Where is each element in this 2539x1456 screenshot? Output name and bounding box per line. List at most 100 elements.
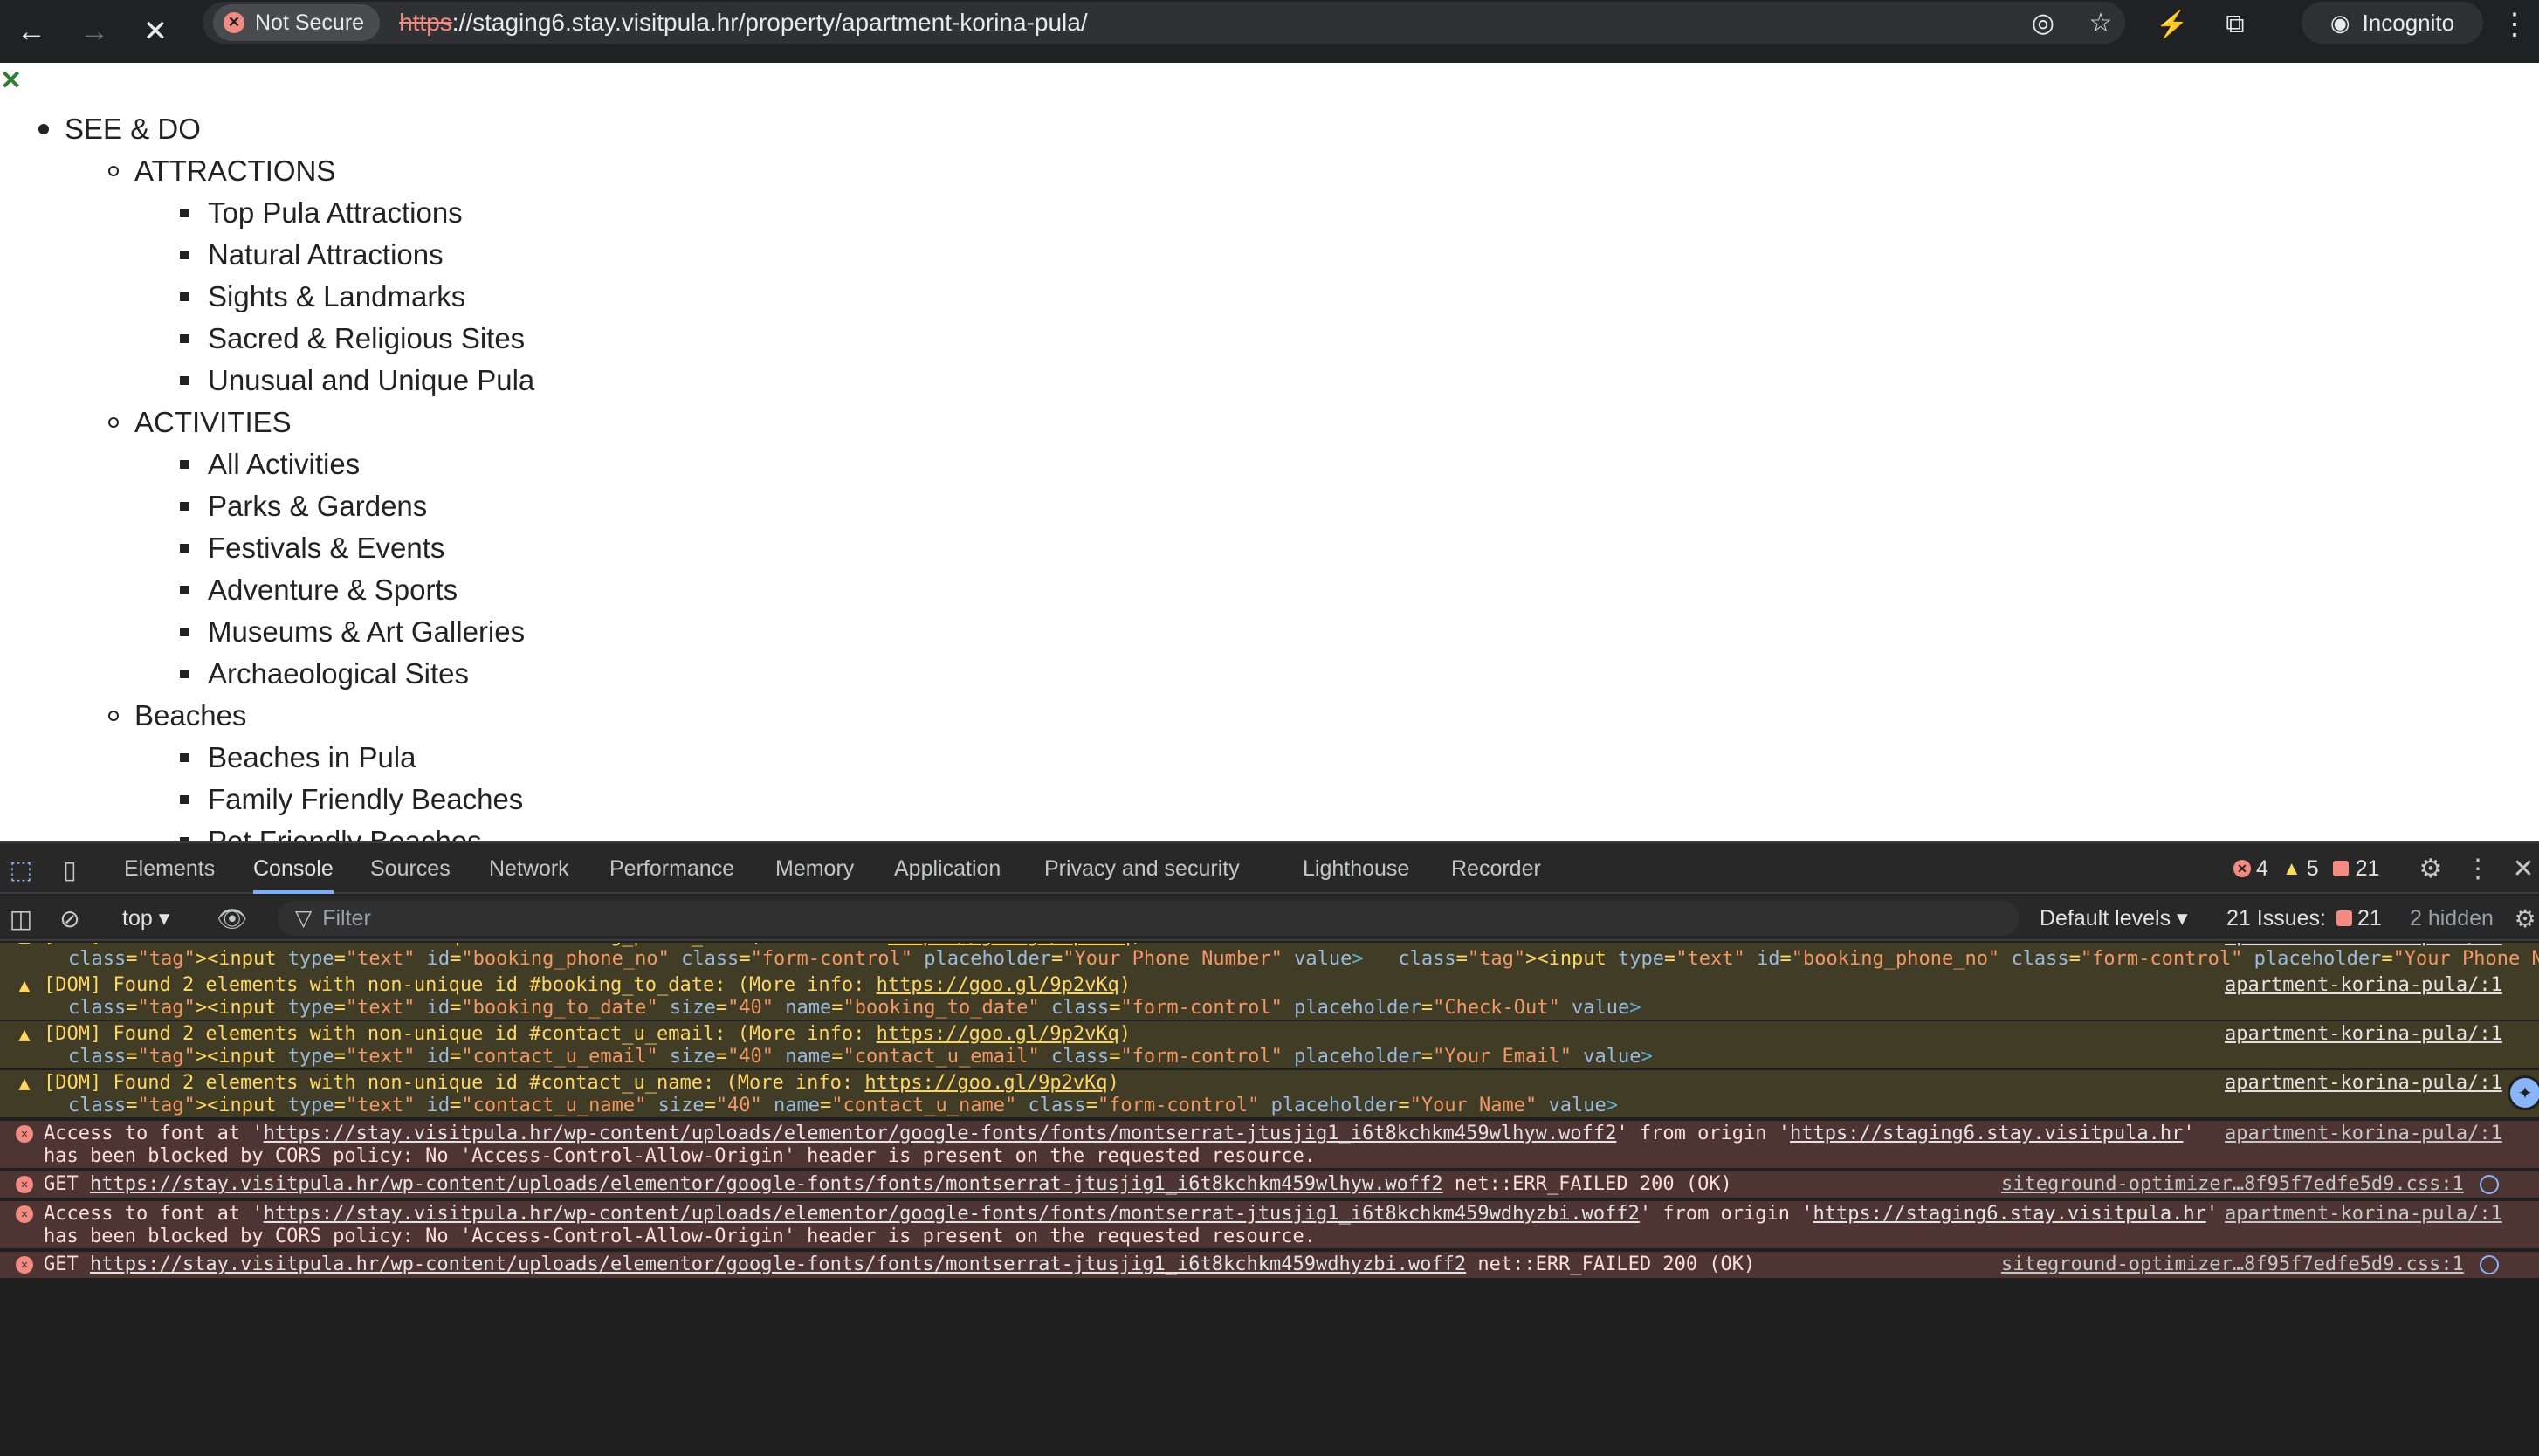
log-levels-dropdown[interactable]: Default levels ▾ xyxy=(2040,896,2188,941)
resource-link[interactable]: https://stay.visitpula.hr/wp-content/upl… xyxy=(264,1123,1617,1144)
source-link[interactable]: siteground-optimizer…8f95f7edfe5d9.css:1 xyxy=(2001,1252,2464,1278)
menu-link[interactable]: Top Pula Attractions xyxy=(180,192,463,234)
security-chip[interactable]: ✕ Not Secure xyxy=(213,4,381,41)
menu-link[interactable]: Festivals & Events xyxy=(180,527,444,569)
devtools-tab-memory[interactable]: Memory xyxy=(775,843,854,894)
menu-item-top[interactable]: SEE & DO xyxy=(38,108,201,150)
extensions-puzzle-icon[interactable]: ⧉ xyxy=(2216,5,2254,44)
warning-icon: ▲ xyxy=(2281,857,2302,879)
devtools-tab-privacy-and-security[interactable]: Privacy and security xyxy=(1044,843,1240,894)
menu-label: ATTRACTIONS xyxy=(134,155,336,187)
menu-group[interactable]: ACTIVITIES xyxy=(108,402,292,443)
devtools-tab-application[interactable]: Application xyxy=(894,843,1001,894)
bullet-icon xyxy=(180,334,189,343)
menu-link[interactable]: Adventure & Sports xyxy=(180,569,458,611)
ai-assistance-icon[interactable]: ✦ xyxy=(2508,1075,2539,1110)
bullet-icon xyxy=(180,251,189,259)
stop-loading-icon[interactable]: ✕ xyxy=(134,10,176,52)
forward-arrow-icon[interactable]: → xyxy=(73,10,115,52)
origin-link[interactable]: https://staging6.stay.visitpula.hr xyxy=(1790,1123,2183,1144)
console-warning-message[interactable]: ▲[DOM] Found 2 elements with non-unique … xyxy=(0,943,2539,976)
devtools-tab-lighthouse[interactable]: Lighthouse xyxy=(1303,843,1409,894)
message-text: GET https://stay.visitpula.hr/wp-content… xyxy=(44,1171,1732,1198)
element-snippet[interactable]: class="tag"><input type="text" id="booki… xyxy=(68,946,2539,972)
live-expression-eye-icon[interactable]: 👁 xyxy=(215,901,250,936)
message-prefix: GET xyxy=(44,1253,90,1275)
source-link[interactable]: apartment-korina-pula/:1 xyxy=(2225,1021,2502,1047)
console-toolbar: ◫ ⊘ top ▾ 👁 ▽ Filter Default levels ▾ 21… xyxy=(0,896,2539,941)
menu-link[interactable]: Beaches in Pula xyxy=(180,737,416,779)
menu-label: Museums & Art Galleries xyxy=(208,615,526,648)
devtools-menu-icon[interactable]: ⋮ xyxy=(2460,851,2495,886)
message-continuation: has been blocked by CORS policy: No 'Acc… xyxy=(44,1226,1316,1247)
message-prefix: GET xyxy=(44,1173,90,1195)
devtools-tab-recorder[interactable]: Recorder xyxy=(1451,843,1541,894)
more-info-link[interactable]: https://goo.gl/9p2vKq xyxy=(877,974,1119,996)
menu-link[interactable]: Archaeological Sites xyxy=(180,653,469,695)
resource-link[interactable]: https://stay.visitpula.hr/wp-content/upl… xyxy=(90,1173,1443,1195)
menu-link[interactable]: Museums & Art Galleries xyxy=(180,611,525,653)
more-info-link[interactable]: https://goo.gl/9p2vKq xyxy=(864,1072,1107,1094)
console-error-message[interactable]: ✕ Access to font at 'https://stay.visitpu… xyxy=(0,1201,2539,1250)
console-filter-input[interactable]: ▽ Filter xyxy=(278,901,2019,936)
url-text[interactable]: https://staging6.stay.visitpula.hr/prope… xyxy=(399,9,1088,37)
devtools-tab-sources[interactable]: Sources xyxy=(370,843,451,894)
menu-link[interactable]: Sacred & Religious Sites xyxy=(180,318,525,360)
error-icon: ✕ xyxy=(16,1176,33,1193)
menu-link[interactable]: Natural Attractions xyxy=(180,234,444,276)
menu-group[interactable]: ATTRACTIONS xyxy=(108,150,335,192)
source-link[interactable]: siteground-optimizer…8f95f7edfe5d9.css:1 xyxy=(2001,1171,2464,1198)
close-devtools-icon[interactable]: ✕ xyxy=(2506,851,2539,886)
element-snippet[interactable]: class="tag"><input type="text" id="booki… xyxy=(68,995,1641,1021)
devtools-tab-performance[interactable]: Performance xyxy=(609,843,734,894)
filter-placeholder: Filter xyxy=(322,905,371,931)
device-toolbar-icon[interactable]: ▯ xyxy=(52,852,87,887)
origin-link[interactable]: https://staging6.stay.visitpula.hr xyxy=(1813,1203,2206,1225)
sidebar-toggle-icon[interactable]: ◫ xyxy=(3,901,38,936)
browser-menu-icon[interactable]: ⋮ xyxy=(2497,5,2532,44)
console-counters[interactable]: ✕ 4 ▲ 5 21 xyxy=(2233,843,2379,894)
menu-link[interactable]: Parks & Gardens xyxy=(180,485,427,527)
more-info-link[interactable]: https://goo.gl/9p2vKq xyxy=(877,1023,1119,1045)
issues-button[interactable]: 21 Issues: 21 xyxy=(2226,896,2382,941)
network-globe-icon[interactable] xyxy=(2480,1175,2499,1194)
context-selector[interactable]: top ▾ xyxy=(122,896,169,941)
issues-count: 21 xyxy=(2357,905,2382,931)
resource-link[interactable]: https://stay.visitpula.hr/wp-content/upl… xyxy=(264,1203,1640,1225)
devtools-tab-elements[interactable]: Elements xyxy=(124,843,215,894)
address-bar[interactable]: ✕ Not Secure https://staging6.stay.visit… xyxy=(203,2,2125,44)
back-arrow-icon[interactable]: ← xyxy=(10,10,52,52)
menu-group[interactable]: Beaches xyxy=(108,695,246,737)
eye-slash-icon[interactable]: ◎ xyxy=(2026,5,2061,40)
console-error-message[interactable]: ✕ GET https://stay.visitpula.hr/wp-conten… xyxy=(0,1171,2539,1199)
inspect-element-icon[interactable]: ⬚ xyxy=(3,852,38,887)
source-link[interactable]: apartment-korina-pula/:1 xyxy=(2225,943,2502,950)
console-error-message[interactable]: ✕ Access to font at 'https://stay.visitpu… xyxy=(0,1121,2539,1170)
source-link[interactable]: apartment-korina-pula/:1 xyxy=(2225,1121,2502,1147)
console-warning-message[interactable]: ▲[DOM] Found 2 elements with non-unique … xyxy=(0,972,2539,1043)
menu-link[interactable]: Unusual and Unique Pula xyxy=(180,360,534,402)
devtools-tab-network[interactable]: Network xyxy=(489,843,569,894)
console-warning-message[interactable]: ▲[DOM] Found 2 elements with non-unique … xyxy=(0,1070,2539,1141)
incognito-chip[interactable]: ◉ Incognito xyxy=(2302,2,2483,44)
element-snippet[interactable]: class="tag"><input type="text" id="conta… xyxy=(68,1093,1618,1119)
console-settings-gear-icon[interactable]: ⚙ xyxy=(2508,901,2539,936)
bookmark-star-icon[interactable]: ☆ xyxy=(2083,5,2118,40)
network-globe-icon[interactable] xyxy=(2480,1255,2499,1274)
menu-link[interactable]: Pet Friendly Beaches xyxy=(180,821,482,841)
close-icon[interactable]: ✕ xyxy=(0,68,22,94)
settings-gear-icon[interactable]: ⚙ xyxy=(2413,851,2448,886)
source-link[interactable]: apartment-korina-pula/:1 xyxy=(2225,1070,2502,1096)
devtools-tab-console[interactable]: Console xyxy=(253,843,334,894)
menu-link[interactable]: All Activities xyxy=(180,443,360,485)
source-link[interactable]: apartment-korina-pula/:1 xyxy=(2225,972,2502,999)
extension-bolt-icon[interactable]: ⚡ xyxy=(2153,5,2192,44)
clear-console-icon[interactable]: ⊘ xyxy=(52,901,87,936)
source-link[interactable]: apartment-korina-pula/:1 xyxy=(2225,1201,2502,1227)
element-snippet[interactable]: class="tag"><input type="text" id="conta… xyxy=(68,1044,1653,1070)
console-warning-message[interactable]: ▲[DOM] Found 2 elements with non-unique … xyxy=(0,1021,2539,1092)
menu-link[interactable]: Family Friendly Beaches xyxy=(180,779,523,821)
menu-link[interactable]: Sights & Landmarks xyxy=(180,276,465,318)
resource-link[interactable]: https://stay.visitpula.hr/wp-content/upl… xyxy=(90,1253,1466,1275)
console-error-message[interactable]: ✕ GET https://stay.visitpula.hr/wp-conten… xyxy=(0,1252,2539,1280)
